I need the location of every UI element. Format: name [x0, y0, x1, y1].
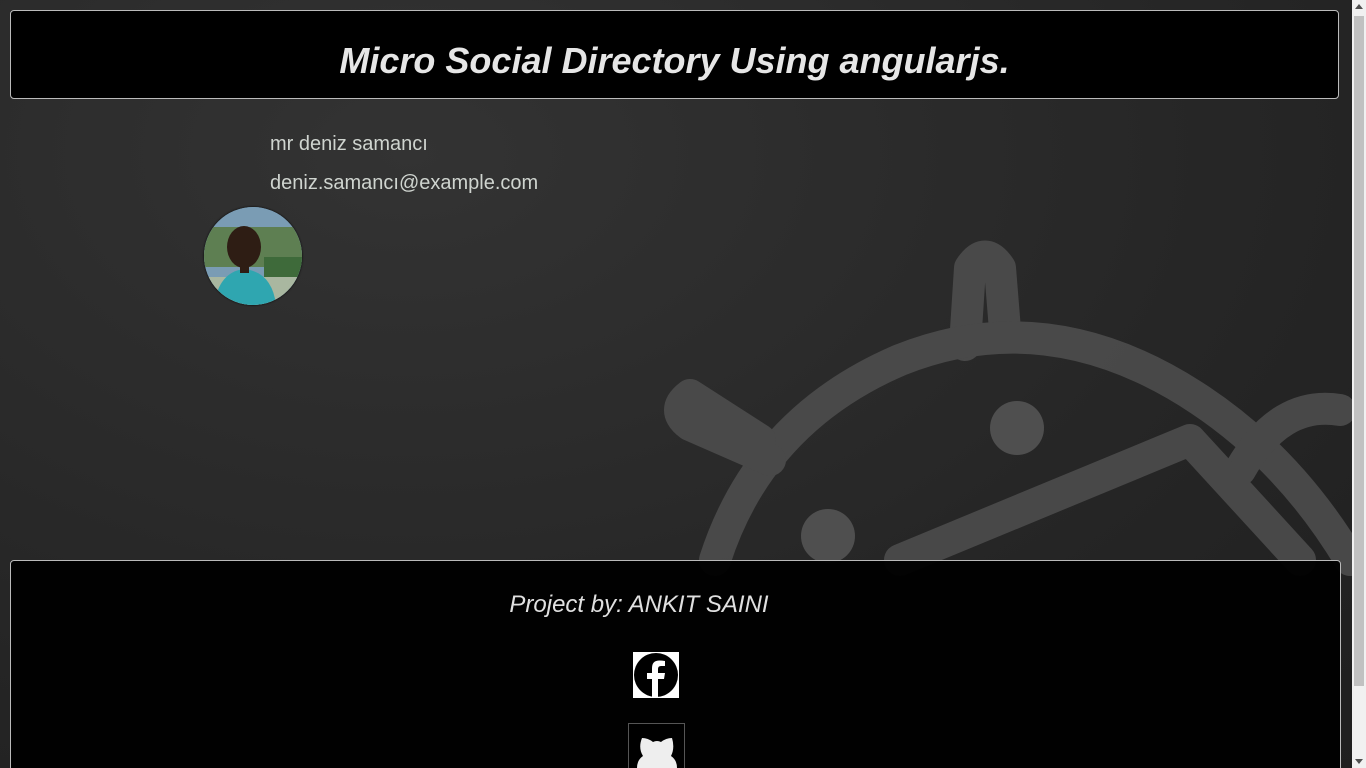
vertical-scrollbar[interactable] — [1352, 0, 1366, 768]
project-credit: Project by: ANKIT SAINI — [509, 591, 769, 618]
page-title: Micro Social Directory Using angularjs. — [339, 40, 1010, 81]
scroll-down-arrow-icon[interactable] — [1355, 759, 1363, 764]
page-header: Micro Social Directory Using angularjs. — [10, 10, 1339, 99]
scrollbar-thumb[interactable] — [1354, 16, 1364, 686]
page-footer: Project by: ANKIT SAINI — [10, 560, 1341, 768]
scroll-up-arrow-icon[interactable] — [1355, 4, 1363, 9]
user-photo-icon — [204, 207, 302, 305]
facebook-link[interactable] — [633, 652, 679, 698]
facebook-icon — [633, 652, 679, 698]
github-link[interactable] — [628, 723, 685, 768]
github-icon — [637, 738, 677, 768]
profile-name: mr deniz samancı — [270, 133, 428, 155]
profile-email: deniz.samancı@example.com — [270, 172, 539, 194]
avatar — [204, 207, 302, 305]
